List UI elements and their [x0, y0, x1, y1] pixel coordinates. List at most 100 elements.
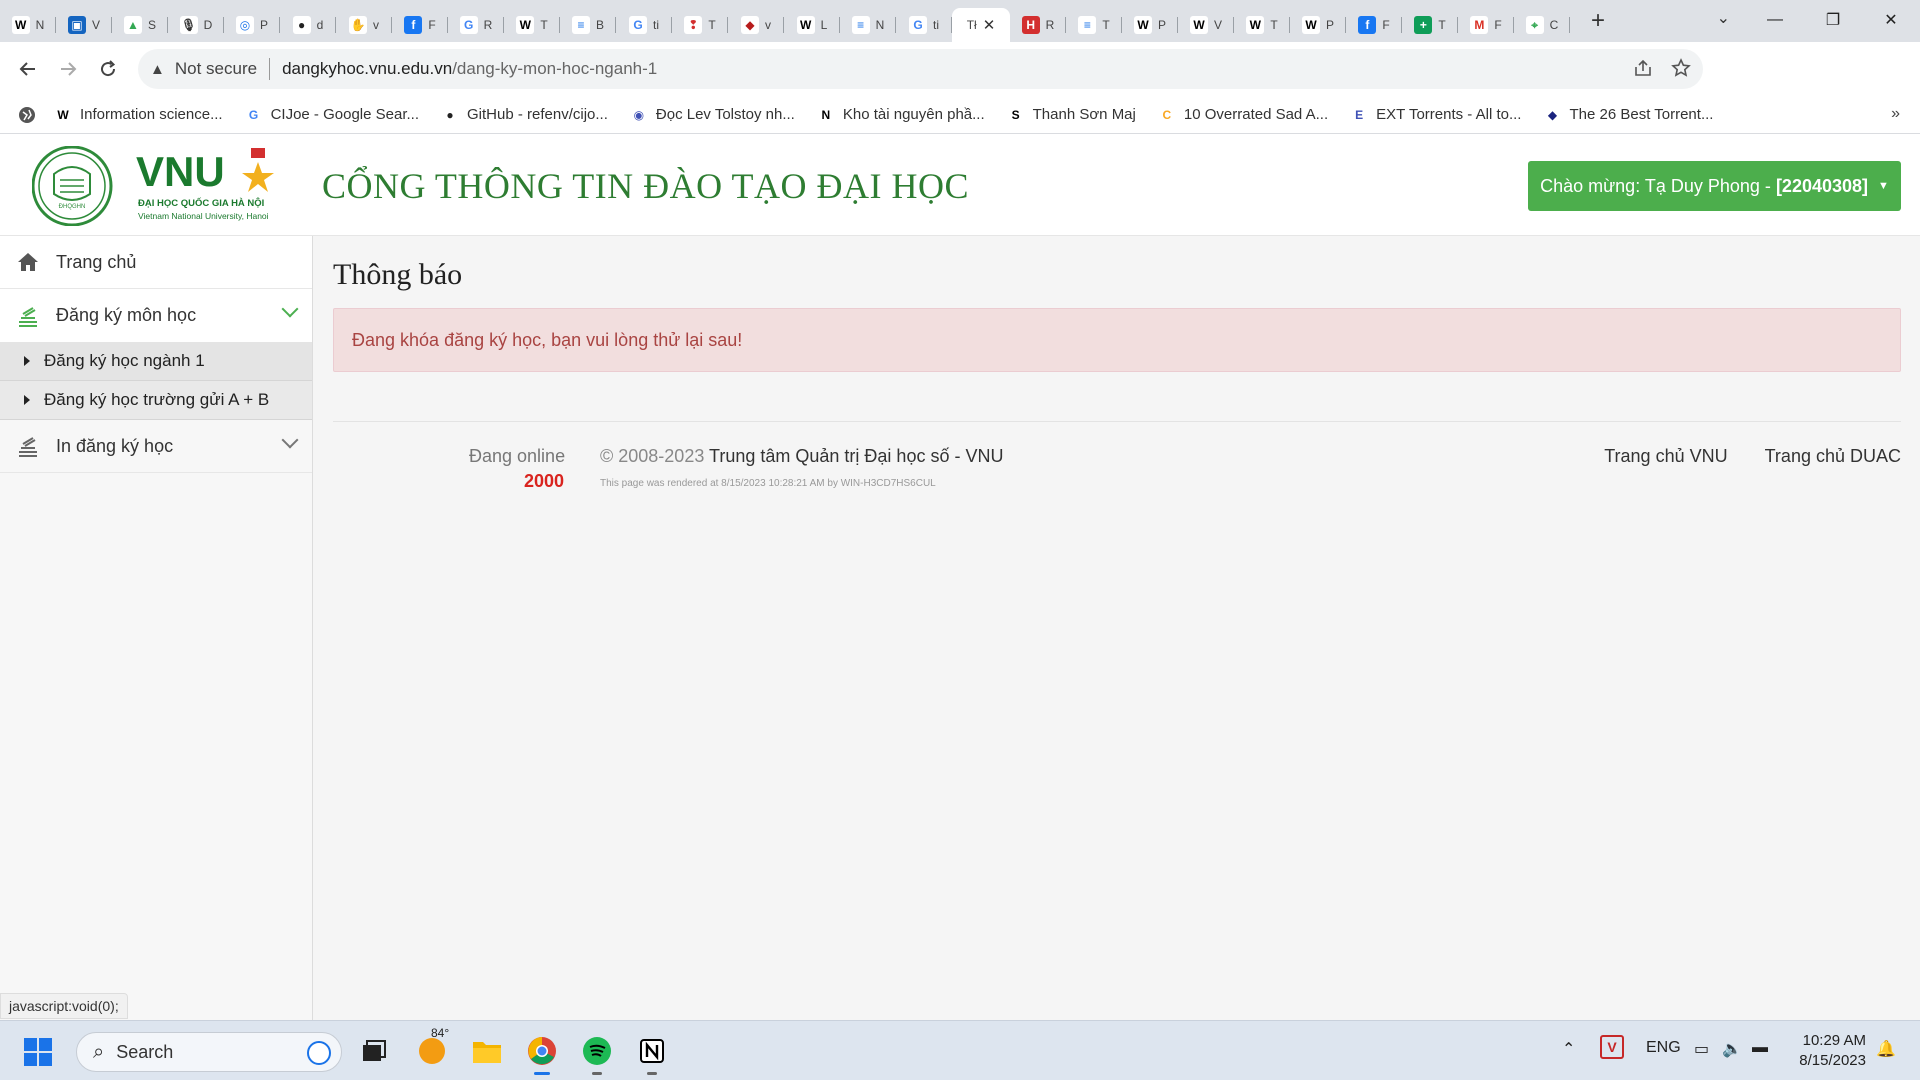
tab-active[interactable]: Tł ✕	[952, 8, 1010, 42]
browser-tab[interactable]: ◆ v	[728, 8, 784, 42]
user-menu-button[interactable]: Chào mừng: Tạ Duy Phong - [22040308] ▼	[1528, 161, 1901, 211]
volume-icon[interactable]: 🔈	[1722, 1039, 1742, 1059]
link-duac-home[interactable]: Trang chủ DUAC	[1765, 446, 1901, 467]
bookmark-star-icon[interactable]	[1671, 58, 1691, 78]
bookmark-label: Thanh Sơn Maj	[1032, 106, 1136, 123]
network-icon[interactable]: ▭	[1694, 1039, 1709, 1059]
tray-overflow-icon[interactable]: ⌃	[1562, 1039, 1575, 1059]
forward-button[interactable]	[48, 49, 88, 89]
tab-search-icon[interactable]: ⌄	[1717, 8, 1730, 28]
battery-icon[interactable]: ▬	[1752, 1039, 1768, 1057]
notion-taskbar-button[interactable]	[635, 1034, 669, 1075]
not-secure-label[interactable]: Not secure	[175, 59, 257, 79]
browser-tab[interactable]: ● d	[280, 8, 336, 42]
logo-line-vietnamese: ĐẠI HỌC QUỐC GIA HÀ NỘI	[138, 197, 264, 209]
chrome-taskbar-button[interactable]	[525, 1034, 559, 1075]
share-icon[interactable]	[1633, 58, 1653, 78]
browser-tab[interactable]: WT	[504, 8, 560, 42]
browser-tab[interactable]: + T	[1402, 8, 1458, 42]
bookmark-item[interactable]: E EXT Torrents - All to...	[1350, 106, 1521, 124]
task-view-button[interactable]	[357, 1034, 391, 1068]
back-button[interactable]	[8, 49, 48, 89]
browser-tab[interactable]: ≡ N	[840, 8, 896, 42]
browser-tab[interactable]: ◎ P	[224, 8, 280, 42]
chevron-down-icon	[281, 431, 299, 449]
new-tab-button[interactable]: +	[1578, 4, 1618, 38]
browser-tab[interactable]: ✋ v	[336, 8, 392, 42]
spotify-taskbar-button[interactable]	[580, 1034, 614, 1075]
bookmark-item[interactable]: N Kho tài nguyên phầ...	[817, 106, 985, 124]
bookmark-label: Information science...	[80, 106, 223, 123]
taskbar-search[interactable]: ⌕ Search	[76, 1032, 342, 1072]
browser-tab[interactable]: ≡ B	[560, 8, 616, 42]
student-id: [22040308]	[1775, 175, 1869, 196]
browser-tab[interactable]: WT	[1234, 8, 1290, 42]
browser-tab[interactable]: Gti	[616, 8, 672, 42]
plus-green-icon: +	[1414, 16, 1433, 34]
browser-tab[interactable]: WN	[0, 8, 56, 42]
close-window-button[interactable]: ✕	[1862, 0, 1920, 40]
weather-widget[interactable]: 84°	[415, 1026, 449, 1068]
browser-tab[interactable]: ❢ T	[672, 8, 728, 42]
address-bar[interactable]: ▲ Not secure dangkyhoc.vnu.edu.vn /dang-…	[138, 49, 1703, 89]
tab-close-icon[interactable]: ✕	[983, 16, 996, 34]
bookmark-label: EXT Torrents - All to...	[1376, 106, 1522, 123]
url-domain: dangkyhoc.vnu.edu.vn	[282, 59, 453, 78]
file-explorer-button[interactable]	[470, 1034, 504, 1068]
bookmark-item[interactable]: ◉ Đọc Lev Tolstoy nh...	[630, 106, 795, 124]
dark-circle-icon: ●	[292, 16, 311, 34]
reload-button[interactable]	[88, 49, 128, 89]
tab-title: V	[1213, 18, 1222, 32]
tab-title: R	[1045, 18, 1055, 32]
bookmark-item[interactable]: W Information science...	[54, 106, 223, 124]
sidebar-item-register[interactable]: Đăng ký môn học	[0, 289, 312, 342]
sidebar-item-home[interactable]: Trang chủ	[0, 236, 312, 289]
browser-tab[interactable]: WP	[1290, 8, 1346, 42]
browser-tab-strip: W N ▣ V ▲ S 🎙 D ◎ P ● d ✋ v f F G R W T ≡ B Gti ❢ T ◆ v W L ≡ N Gti Tł …	[0, 0, 1920, 42]
bookmark-item[interactable]: C 10 Overrated Sad A...	[1158, 106, 1329, 124]
copyright-org: Trung tâm Quản trị Đại học số - VNU	[709, 446, 1004, 466]
browser-tab[interactable]: GR	[448, 8, 504, 42]
browser-tab[interactable]: WL	[784, 8, 840, 42]
browser-tab[interactable]: ≡ T	[1066, 8, 1122, 42]
browser-tab[interactable]: MF	[1458, 8, 1514, 42]
browser-tab[interactable]: WV	[1178, 8, 1234, 42]
browser-tab[interactable]: fF	[1346, 8, 1402, 42]
wikipedia-icon: W	[1246, 16, 1265, 34]
antivirus-tray-icon[interactable]: V	[1600, 1035, 1624, 1059]
bookmark-item[interactable]: ● GitHub - refenv/cijo...	[441, 106, 608, 124]
site-header: ĐHQGHN VNU ĐẠI HỌC QUỐC GIA HÀ NỘI Vietn…	[0, 135, 1920, 236]
facebook-icon: f	[1358, 16, 1377, 34]
bookmark-item[interactable]: G CIJoe - Google Sear...	[245, 106, 419, 124]
minimize-button[interactable]: —	[1746, 0, 1804, 40]
browser-tab[interactable]: ⌖ C	[1514, 8, 1570, 42]
sidebar-item-print[interactable]: In đăng ký học	[0, 420, 312, 473]
restore-button[interactable]: ❐	[1804, 0, 1862, 40]
bookmarks-overflow-icon[interactable]: »	[1891, 105, 1900, 123]
browser-tab[interactable]: fF	[392, 8, 448, 42]
pin-icon: ❢	[684, 16, 703, 34]
search-placeholder: Search	[116, 1041, 174, 1062]
tab-title: T	[1438, 18, 1446, 32]
browser-tab[interactable]: ▣ V	[56, 8, 112, 42]
bing-icon[interactable]	[307, 1041, 331, 1065]
sidebar-subitem-school-ab[interactable]: Đăng ký học trường gửi A + B	[0, 381, 312, 420]
start-button[interactable]	[24, 1038, 52, 1066]
notification-icon[interactable]: 🔔	[1876, 1039, 1896, 1059]
language-indicator[interactable]: ENG	[1646, 1039, 1681, 1057]
warning-icon[interactable]: ▲	[150, 61, 165, 78]
vnu-logo[interactable]: ĐHQGHN VNU ĐẠI HỌC QUỐC GIA HÀ NỘI Vietn…	[31, 145, 314, 227]
bookmark-item[interactable]: ◆ The 26 Best Torrent...	[1543, 106, 1714, 124]
bookmark-apps[interactable]	[18, 106, 36, 124]
browser-tab[interactable]: Gti	[896, 8, 952, 42]
tab-active-title: Tł	[966, 18, 977, 32]
browser-tab[interactable]: WP	[1122, 8, 1178, 42]
browser-tab[interactable]: 🎙 D	[168, 8, 224, 42]
bookmark-item[interactable]: S Thanh Sơn Maj	[1007, 106, 1136, 124]
taskbar-clock[interactable]: 10:29 AM 8/15/2023	[1799, 1031, 1866, 1071]
chevron-down-icon	[281, 300, 299, 318]
sidebar-subitem-major-1[interactable]: Đăng ký học ngành 1	[0, 342, 312, 381]
browser-tab[interactable]: ▲ S	[112, 8, 168, 42]
link-vnu-home[interactable]: Trang chủ VNU	[1604, 446, 1727, 467]
browser-tab[interactable]: HR	[1010, 8, 1066, 42]
